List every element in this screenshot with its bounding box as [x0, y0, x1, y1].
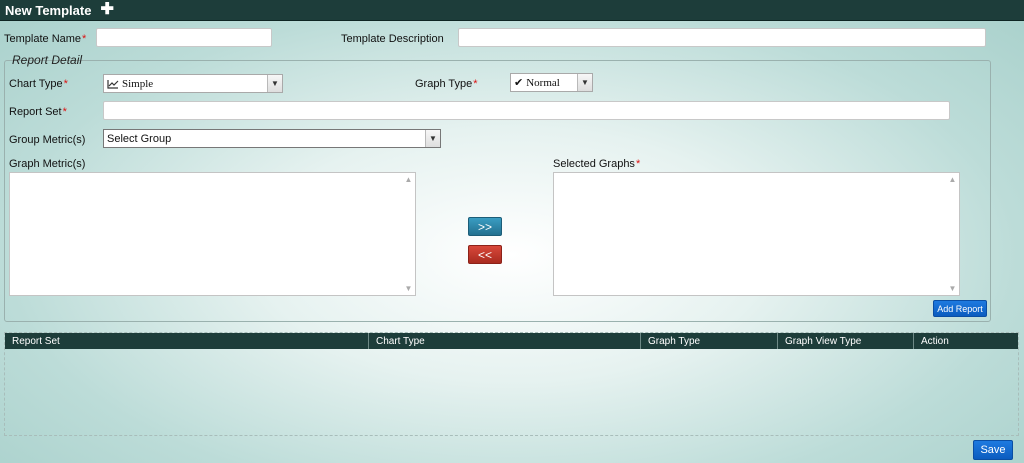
chart-type-select[interactable]: Simple ▼: [103, 74, 283, 93]
template-description-input[interactable]: [458, 28, 986, 47]
scrollbar[interactable]: ▲ ▼: [402, 173, 415, 295]
scroll-down-icon[interactable]: ▼: [949, 284, 957, 293]
scroll-down-icon[interactable]: ▼: [405, 284, 413, 293]
graph-type-value: Normal: [526, 76, 560, 89]
page-title: New Template: [5, 2, 92, 18]
add-report-button[interactable]: Add Report: [933, 300, 987, 317]
graph-type-select[interactable]: ✔ Normal ▼: [510, 73, 593, 92]
scroll-up-icon[interactable]: ▲: [949, 175, 957, 184]
group-metrics-label: Group Metric(s): [9, 134, 86, 146]
template-description-label: Template Description: [341, 33, 444, 45]
graph-metrics-list[interactable]: ▲ ▼: [9, 172, 416, 296]
reports-table: Report Set Chart Type Graph Type Graph V…: [4, 332, 1019, 436]
scrollbar[interactable]: ▲ ▼: [946, 173, 959, 295]
table-header: Report Set Chart Type Graph Type Graph V…: [5, 333, 1018, 349]
move-right-button[interactable]: >>: [468, 217, 502, 236]
template-name-label: Template Name*: [4, 33, 87, 45]
graph-type-label: Graph Type*: [415, 78, 478, 90]
checkmark-icon: ✔: [514, 77, 524, 89]
column-header-graph-type: Graph Type: [641, 333, 778, 349]
template-name-input[interactable]: [96, 28, 272, 47]
chevron-down-icon[interactable]: ▼: [267, 75, 282, 92]
group-metrics-select[interactable]: Select Group ▼: [103, 129, 441, 148]
selected-graphs-label: Selected Graphs*: [553, 158, 641, 170]
line-chart-icon: [107, 79, 119, 89]
report-set-input[interactable]: [103, 101, 950, 120]
group-metrics-value: Select Group: [107, 132, 172, 145]
graph-metrics-label: Graph Metric(s): [9, 158, 86, 170]
chart-type-label: Chart Type*: [9, 78, 68, 90]
column-header-report-set: Report Set: [5, 333, 369, 349]
chevron-down-icon[interactable]: ▼: [425, 130, 440, 147]
column-header-graph-view-type: Graph View Type: [778, 333, 914, 349]
plus-icon[interactable]: ✚: [100, 2, 113, 18]
move-left-button[interactable]: <<: [468, 245, 502, 264]
report-detail-legend: Report Detail: [12, 53, 83, 67]
chart-type-value: Simple: [122, 77, 154, 90]
chevron-down-icon[interactable]: ▼: [577, 74, 592, 91]
column-header-chart-type: Chart Type: [369, 333, 641, 349]
title-bar: New Template ✚: [0, 0, 1024, 21]
column-header-action: Action: [921, 335, 949, 347]
report-set-label: Report Set*: [9, 106, 67, 118]
scroll-up-icon[interactable]: ▲: [405, 175, 413, 184]
save-button[interactable]: Save: [973, 440, 1013, 460]
selected-graphs-list[interactable]: ▲ ▼: [553, 172, 960, 296]
